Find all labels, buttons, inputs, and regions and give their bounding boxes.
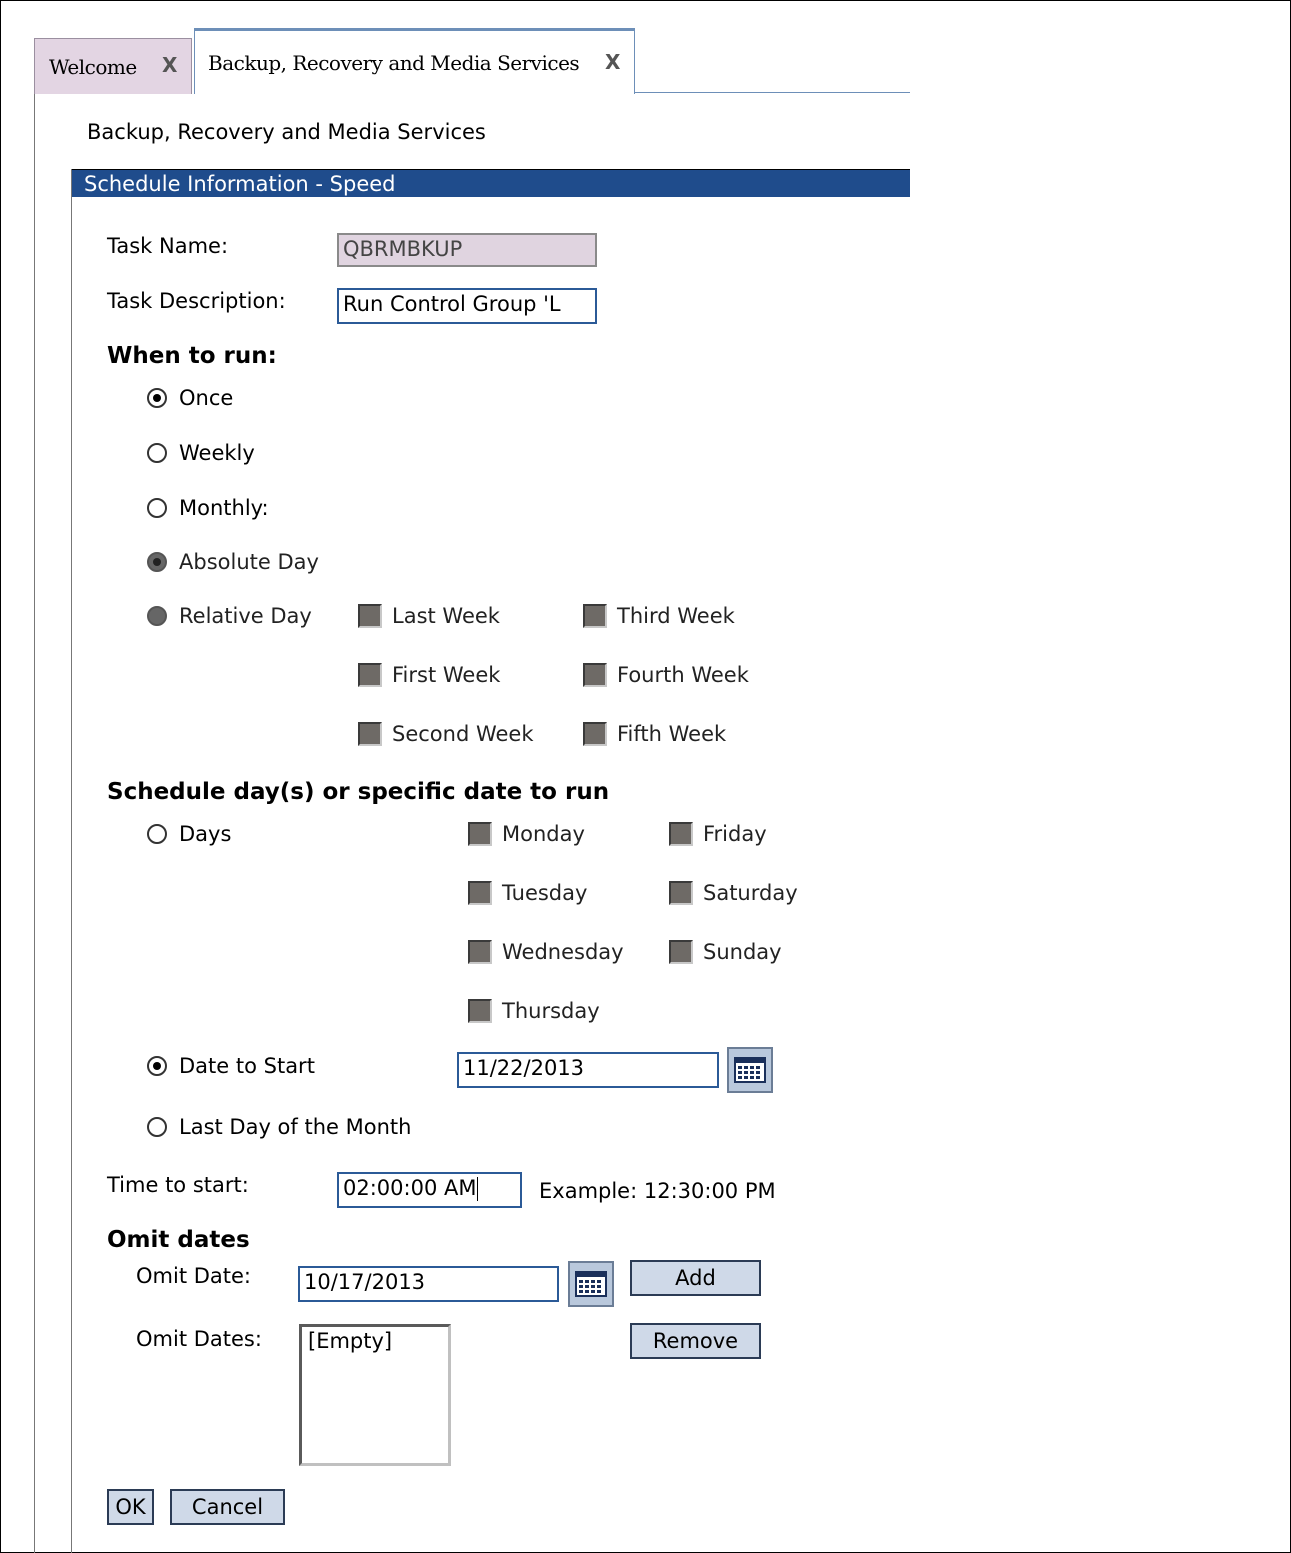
sunday-checkbox[interactable] — [669, 940, 693, 964]
left-border — [34, 94, 35, 1553]
first-week-checkbox[interactable] — [358, 663, 382, 687]
task-description-field[interactable]: Run Control Group 'L — [337, 288, 597, 324]
saturday-checkbox[interactable] — [669, 881, 693, 905]
wednesday-label: Wednesday — [502, 940, 624, 964]
weekly-radio[interactable] — [147, 443, 167, 463]
last-day-radio[interactable] — [147, 1117, 167, 1137]
time-to-start-field[interactable]: 02:00:00 AM — [337, 1172, 522, 1208]
tuesday-checkbox[interactable] — [468, 881, 492, 905]
third-week-checkbox[interactable] — [583, 604, 607, 628]
calendar-icon[interactable] — [727, 1047, 773, 1093]
panel-border — [71, 169, 72, 1553]
wednesday-checkbox[interactable] — [468, 940, 492, 964]
remove-button[interactable]: Remove — [630, 1323, 761, 1359]
task-name-label: Task Name: — [107, 234, 229, 258]
tuesday-label: Tuesday — [502, 881, 588, 905]
friday-checkbox[interactable] — [669, 822, 693, 846]
last-week-checkbox[interactable] — [358, 604, 382, 628]
sunday-label: Sunday — [703, 940, 782, 964]
task-description-label: Task Description: — [107, 289, 286, 313]
date-to-start-label: Date to Start — [179, 1054, 315, 1078]
omit-date-label: Omit Date: — [136, 1264, 251, 1288]
first-week-label: First Week — [392, 663, 501, 687]
close-icon[interactable]: X — [605, 50, 620, 74]
thursday-label: Thursday — [502, 999, 600, 1023]
task-name-field: QBRMBKUP — [337, 233, 597, 267]
monday-checkbox[interactable] — [468, 822, 492, 846]
relative-day-label: Relative Day — [179, 604, 312, 628]
thursday-checkbox[interactable] — [468, 999, 492, 1023]
omit-date-field[interactable]: 10/17/2013 — [298, 1266, 559, 1302]
cancel-button[interactable]: Cancel — [170, 1489, 285, 1525]
omit-dates-label: Omit Dates: — [136, 1327, 262, 1351]
fifth-week-checkbox[interactable] — [583, 722, 607, 746]
time-to-start-value: 02:00:00 AM — [343, 1176, 477, 1200]
once-label: Once — [179, 386, 234, 410]
omit-dates-list[interactable]: [Empty] — [299, 1324, 451, 1466]
last-week-label: Last Week — [392, 604, 500, 628]
fourth-week-label: Fourth Week — [617, 663, 749, 687]
list-item[interactable]: [Empty] — [308, 1329, 442, 1353]
absolute-day-radio[interactable] — [147, 552, 167, 572]
relative-day-radio[interactable] — [147, 606, 167, 626]
tab-welcome[interactable]: Welcome X — [34, 38, 192, 94]
when-to-run-heading: When to run: — [107, 343, 277, 369]
days-label: Days — [179, 822, 232, 846]
tab-divider — [634, 92, 910, 93]
time-example: Example: 12:30:00 PM — [539, 1179, 776, 1203]
weekly-label: Weekly — [179, 441, 255, 465]
tab-brms-label: Backup, Recovery and Media Services — [208, 50, 580, 75]
omit-dates-heading: Omit dates — [107, 1227, 250, 1253]
text-caret — [477, 1177, 479, 1201]
monthly-label: Monthly: — [179, 496, 269, 520]
tab-brms[interactable]: Backup, Recovery and Media Services X — [194, 28, 635, 94]
page: Welcome X Backup, Recovery and Media Ser… — [0, 0, 1291, 1553]
close-icon[interactable]: X — [162, 53, 177, 77]
last-day-label: Last Day of the Month — [179, 1115, 412, 1139]
fifth-week-label: Fifth Week — [617, 722, 727, 746]
friday-label: Friday — [703, 822, 767, 846]
breadcrumb: Backup, Recovery and Media Services — [87, 120, 486, 144]
schedule-heading: Schedule day(s) or specific date to run — [107, 779, 610, 805]
once-radio[interactable] — [147, 388, 167, 408]
days-radio[interactable] — [147, 824, 167, 844]
monthly-radio[interactable] — [147, 498, 167, 518]
tab-welcome-label: Welcome — [49, 54, 137, 79]
absolute-day-label: Absolute Day — [179, 550, 319, 574]
date-to-start-radio[interactable] — [147, 1056, 167, 1076]
third-week-label: Third Week — [617, 604, 735, 628]
time-to-start-label: Time to start: — [107, 1173, 249, 1197]
second-week-checkbox[interactable] — [358, 722, 382, 746]
calendar-icon[interactable] — [568, 1261, 614, 1307]
monday-label: Monday — [502, 822, 585, 846]
section-header: Schedule Information - Speed — [72, 169, 910, 197]
date-to-start-field[interactable]: 11/22/2013 — [457, 1052, 719, 1088]
ok-button[interactable]: OK — [107, 1489, 154, 1525]
add-button[interactable]: Add — [630, 1260, 761, 1296]
fourth-week-checkbox[interactable] — [583, 663, 607, 687]
saturday-label: Saturday — [703, 881, 798, 905]
second-week-label: Second Week — [392, 722, 534, 746]
